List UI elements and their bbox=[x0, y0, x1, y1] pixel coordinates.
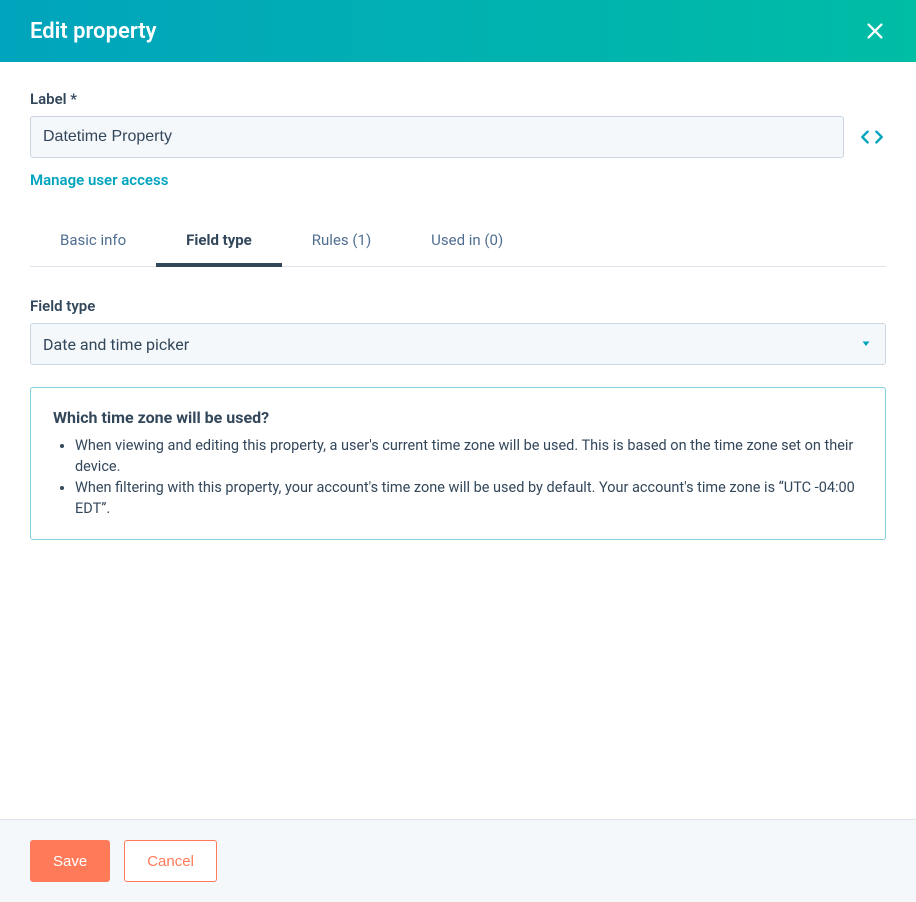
close-icon[interactable] bbox=[864, 20, 886, 42]
field-type-label: Field type bbox=[30, 297, 886, 315]
dialog-title: Edit property bbox=[30, 19, 157, 44]
cancel-button[interactable]: Cancel bbox=[124, 840, 217, 882]
tab-field-type[interactable]: Field type bbox=[156, 219, 282, 267]
field-type-selected-value: Date and time picker bbox=[43, 335, 189, 354]
field-type-select[interactable]: Date and time picker bbox=[30, 323, 886, 365]
dialog-footer: Save Cancel bbox=[0, 819, 916, 902]
code-icon[interactable] bbox=[858, 124, 886, 150]
field-type-select-wrap: Date and time picker bbox=[30, 323, 886, 365]
dialog-header: Edit property bbox=[0, 0, 916, 62]
info-list: When viewing and editing this property, … bbox=[53, 435, 863, 519]
timezone-info-box: Which time zone will be used? When viewi… bbox=[30, 387, 886, 540]
label-row bbox=[30, 116, 886, 158]
label-field-label: Label * bbox=[30, 90, 886, 108]
tab-used-in[interactable]: Used in (0) bbox=[401, 219, 533, 267]
info-heading: Which time zone will be used? bbox=[53, 408, 863, 427]
tabs: Basic info Field type Rules (1) Used in … bbox=[30, 219, 886, 267]
tab-basic-info[interactable]: Basic info bbox=[30, 219, 156, 267]
manage-user-access-link[interactable]: Manage user access bbox=[30, 171, 168, 189]
tab-rules[interactable]: Rules (1) bbox=[282, 219, 401, 267]
dialog-content: Label * Manage user access Basic info Fi… bbox=[0, 62, 916, 819]
save-button[interactable]: Save bbox=[30, 840, 110, 882]
info-bullet: When viewing and editing this property, … bbox=[75, 435, 863, 477]
info-bullet: When filtering with this property, your … bbox=[75, 477, 863, 519]
label-input[interactable] bbox=[30, 116, 844, 158]
